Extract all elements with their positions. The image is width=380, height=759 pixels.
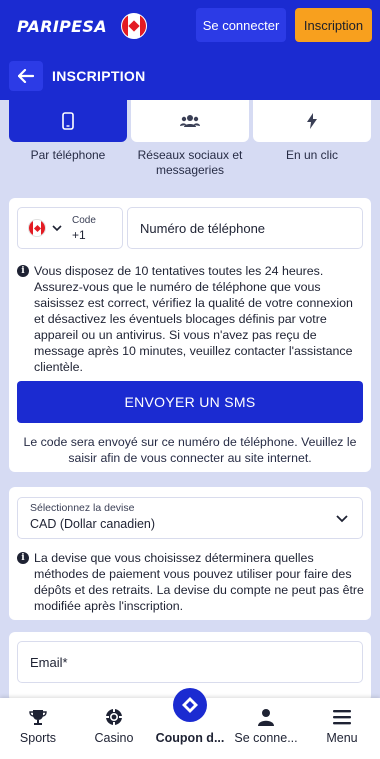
country-code-select[interactable]: Code +1: [17, 207, 123, 249]
bottom-nav: Sports Casino Coupon d... Se conne... Me…: [0, 688, 380, 759]
currency-info-text: La devise que vous choisissez déterminer…: [34, 551, 364, 613]
phone-row: Code +1 Numéro de téléphone: [17, 207, 363, 249]
currency-info-notice: i La devise que vous choisissez détermin…: [17, 550, 365, 614]
phone-number-input[interactable]: Numéro de téléphone: [127, 207, 363, 249]
nav-login-label: Se conne...: [234, 731, 298, 745]
currency-card: Sélectionnez la devise CAD (Dollar canad…: [9, 487, 371, 620]
info-icon: i: [17, 265, 29, 277]
nav-sports[interactable]: Sports: [0, 698, 76, 759]
chevron-down-icon: [336, 515, 348, 523]
hamburger-icon: [332, 707, 352, 727]
code-wrap: Code +1: [72, 215, 96, 242]
user-icon: [256, 707, 276, 727]
nav-coupon[interactable]: Coupon d...: [152, 688, 228, 759]
arrow-left-icon: [18, 69, 34, 83]
brand-logo[interactable]: PARIPESA: [17, 17, 107, 36]
nav-casino[interactable]: Casino: [76, 698, 152, 759]
email-input[interactable]: Email*: [17, 641, 363, 683]
phone-info-text: Vous disposez de 10 tentatives toutes le…: [34, 264, 353, 374]
tab-phone-label: Par téléphone: [30, 148, 106, 162]
code-label: Code: [72, 214, 96, 226]
top-bar: PARIPESA Se connecter Inscription: [0, 0, 380, 52]
tab-phone[interactable]: [9, 100, 127, 142]
nav-coupon-label: Coupon d...: [155, 731, 225, 745]
currency-label: Sélectionnez la devise: [30, 502, 135, 514]
nav-sports-label: Sports: [19, 731, 57, 745]
canada-flag-icon: [28, 219, 46, 237]
page-header: INSCRIPTION: [0, 52, 380, 100]
registration-method-tabs: [9, 100, 371, 142]
page-title: INSCRIPTION: [52, 68, 146, 84]
nav-login[interactable]: Se conne...: [228, 698, 304, 759]
tab-one-click-label: En un clic: [285, 148, 339, 162]
chevron-down-icon: [52, 225, 62, 232]
nav-menu[interactable]: Menu: [304, 698, 380, 759]
nav-menu-label: Menu: [326, 731, 358, 745]
tab-one-click[interactable]: [253, 100, 371, 142]
method-labels: Par téléphone Réseaux sociaux et message…: [9, 148, 371, 178]
register-button[interactable]: Inscription: [295, 8, 372, 42]
login-button[interactable]: Se connecter: [196, 8, 286, 42]
back-button[interactable]: [9, 61, 43, 91]
code-value: +1: [72, 227, 86, 242]
currency-select[interactable]: Sélectionnez la devise CAD (Dollar canad…: [17, 497, 363, 539]
canada-flag-icon[interactable]: [120, 13, 147, 39]
smartphone-icon: [62, 112, 74, 130]
phone-form-card: Code +1 Numéro de téléphone i Vous dispo…: [9, 198, 371, 472]
trophy-icon: [28, 707, 48, 727]
users-icon: [180, 115, 200, 127]
lightning-icon: [307, 113, 317, 129]
casino-chip-icon: [104, 707, 124, 727]
ticket-icon: [173, 688, 207, 722]
tab-social[interactable]: [131, 100, 249, 142]
info-icon: i: [17, 552, 29, 564]
sms-note: Le code sera envoyé sur ce numéro de tél…: [23, 435, 357, 465]
nav-casino-label: Casino: [94, 731, 134, 745]
phone-info-notice: i Vous disposez de 10 tentatives toutes …: [17, 263, 365, 375]
tab-social-label: Réseaux sociaux et messageries: [137, 148, 243, 177]
currency-value: CAD (Dollar canadien): [30, 517, 156, 531]
send-sms-button[interactable]: ENVOYER UN SMS: [17, 381, 363, 423]
